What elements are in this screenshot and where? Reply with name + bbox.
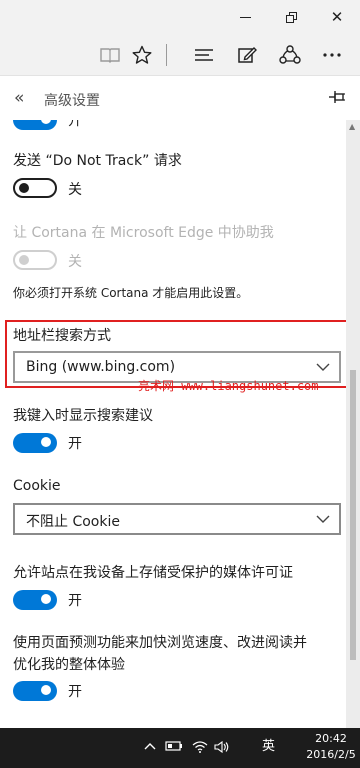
scroll-thumb[interactable]: [350, 370, 356, 660]
windows-taskbar: 英 20:42 2016/2/5: [0, 728, 360, 768]
chevron-down-icon: [315, 359, 331, 379]
more-icon[interactable]: [319, 43, 345, 67]
minimize-button[interactable]: [222, 0, 268, 34]
clock-time: 20:42: [315, 732, 347, 745]
media-licenses-state: 开: [68, 593, 82, 609]
search-provider-value: Bing (www.bing.com): [26, 359, 176, 375]
title-bar: ✕: [0, 0, 360, 34]
show-hidden-icons-icon[interactable]: [144, 741, 156, 754]
battery-icon[interactable]: [165, 741, 183, 754]
volume-icon[interactable]: [214, 740, 230, 756]
pin-icon[interactable]: [328, 89, 346, 108]
settings-list: 开 发送 “Do Not Track” 请求 关 让 Cortana 在 Mic…: [0, 120, 346, 728]
page-prediction-label-line2: 优化我的整体体验: [13, 657, 125, 673]
settings-panel-header: « 高级设置: [0, 76, 360, 120]
media-licenses-label: 允许站点在我设备上存储受保护的媒体许可证: [13, 565, 293, 581]
minimize-icon: [239, 16, 251, 18]
favorite-star-icon[interactable]: [129, 43, 155, 67]
cookie-select[interactable]: 不阻止 Cookie: [13, 503, 341, 535]
page-prediction-toggle[interactable]: [13, 681, 57, 701]
do-not-track-state: 关: [68, 182, 82, 198]
cortana-toggle: [13, 250, 57, 270]
page-prediction-label-line1: 使用页面预测功能来加快浏览速度、改进阅读并: [13, 635, 307, 651]
media-licenses-toggle[interactable]: [13, 590, 57, 610]
browser-toolbar: [0, 34, 360, 76]
page-prediction-state: 开: [68, 684, 82, 700]
restore-icon: [285, 11, 297, 23]
restore-button[interactable]: [268, 0, 314, 34]
watermark-text: 亮术网 www.liangshunet.com: [138, 379, 319, 393]
web-note-icon[interactable]: [234, 43, 260, 67]
cookie-label: Cookie: [13, 478, 61, 494]
panel-title: 高级设置: [44, 93, 100, 109]
do-not-track-toggle[interactable]: [13, 178, 57, 198]
edge-window: ✕ « 高级设置 开 发送 “Do Not Track” 请求 关 让 Cort…: [0, 0, 360, 768]
toolbar-separator: [166, 44, 167, 66]
back-button[interactable]: «: [14, 88, 24, 108]
close-button[interactable]: ✕: [314, 0, 360, 34]
chevron-down-icon: [315, 511, 331, 531]
cortana-state: 关: [68, 254, 82, 270]
input-method-indicator[interactable]: 英: [262, 740, 275, 753]
search-provider-label: 地址栏搜索方式: [13, 328, 111, 344]
previous-setting-state: 开: [68, 120, 82, 129]
panel-scrollbar[interactable]: ▲: [346, 120, 360, 728]
close-icon: ✕: [330, 7, 344, 26]
search-suggestions-label: 我键入时显示搜索建议: [13, 408, 153, 424]
clock-date: 2016/2/5: [306, 748, 356, 761]
hub-icon[interactable]: [191, 43, 217, 67]
reading-view-icon[interactable]: [97, 43, 123, 67]
cortana-label: 让 Cortana 在 Microsoft Edge 中协助我: [13, 225, 274, 241]
scroll-up-icon[interactable]: ▲: [349, 122, 355, 131]
previous-setting-toggle[interactable]: [13, 120, 57, 130]
do-not-track-label: 发送 “Do Not Track” 请求: [13, 153, 182, 169]
taskbar-clock[interactable]: 20:42 2016/2/5: [305, 731, 357, 763]
cortana-note: 你必须打开系统 Cortana 才能启用此设置。: [13, 286, 249, 300]
cookie-value: 不阻止 Cookie: [26, 514, 120, 530]
wifi-icon[interactable]: [192, 741, 208, 756]
search-suggestions-toggle[interactable]: [13, 433, 57, 453]
share-icon[interactable]: [277, 43, 303, 67]
search-suggestions-state: 开: [68, 436, 82, 452]
